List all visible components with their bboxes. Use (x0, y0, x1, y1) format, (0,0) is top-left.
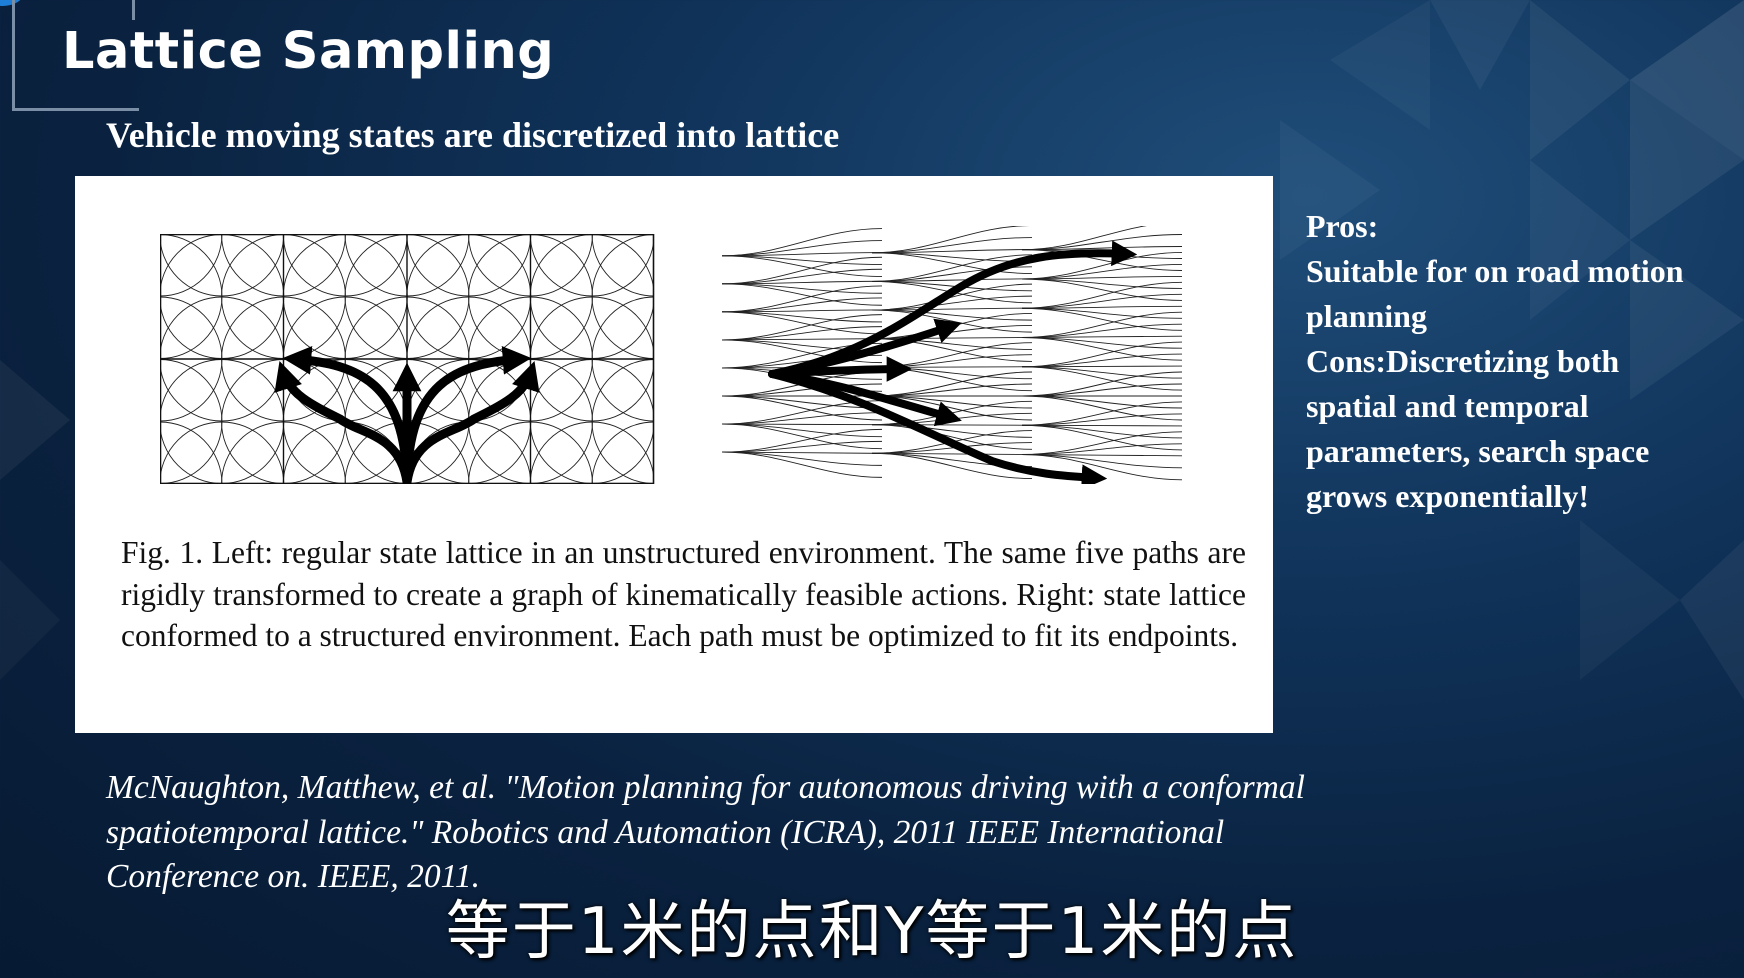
pros-heading: Pros: (1306, 208, 1379, 244)
title-bracket-tick (132, 0, 135, 20)
pros-line: planning (1306, 298, 1427, 334)
reference-line: spatiotemporal lattice." Robotics and Au… (106, 813, 1225, 851)
cons-line: parameters, search space (1306, 433, 1650, 469)
figure-caption: Fig. 1. Left: regular state lattice in a… (121, 535, 1246, 653)
cons-line: Cons:Discretizing both (1306, 343, 1620, 379)
cons-line: grows exponentially! (1306, 478, 1589, 514)
slide-title: Lattice Sampling (62, 22, 555, 81)
pros-line: Suitable for on road motion (1306, 253, 1684, 289)
video-subtitle: 等于1米的点和Y等于1米的点 (445, 895, 1299, 969)
figure-panel: Fig. 1. Left: regular state lattice in a… (75, 176, 1273, 733)
regular-lattice-diagram (160, 234, 655, 484)
pros-cons-text: Pros: Suitable for on road motion planni… (1306, 204, 1744, 519)
conformal-lattice-diagram (721, 226, 1183, 484)
reference-line: McNaughton, Matthew, et al. "Motion plan… (106, 769, 1305, 806)
slide-subtitle: Vehicle moving states are discretized in… (106, 115, 840, 155)
cons-line: spatial and temporal (1306, 388, 1589, 424)
